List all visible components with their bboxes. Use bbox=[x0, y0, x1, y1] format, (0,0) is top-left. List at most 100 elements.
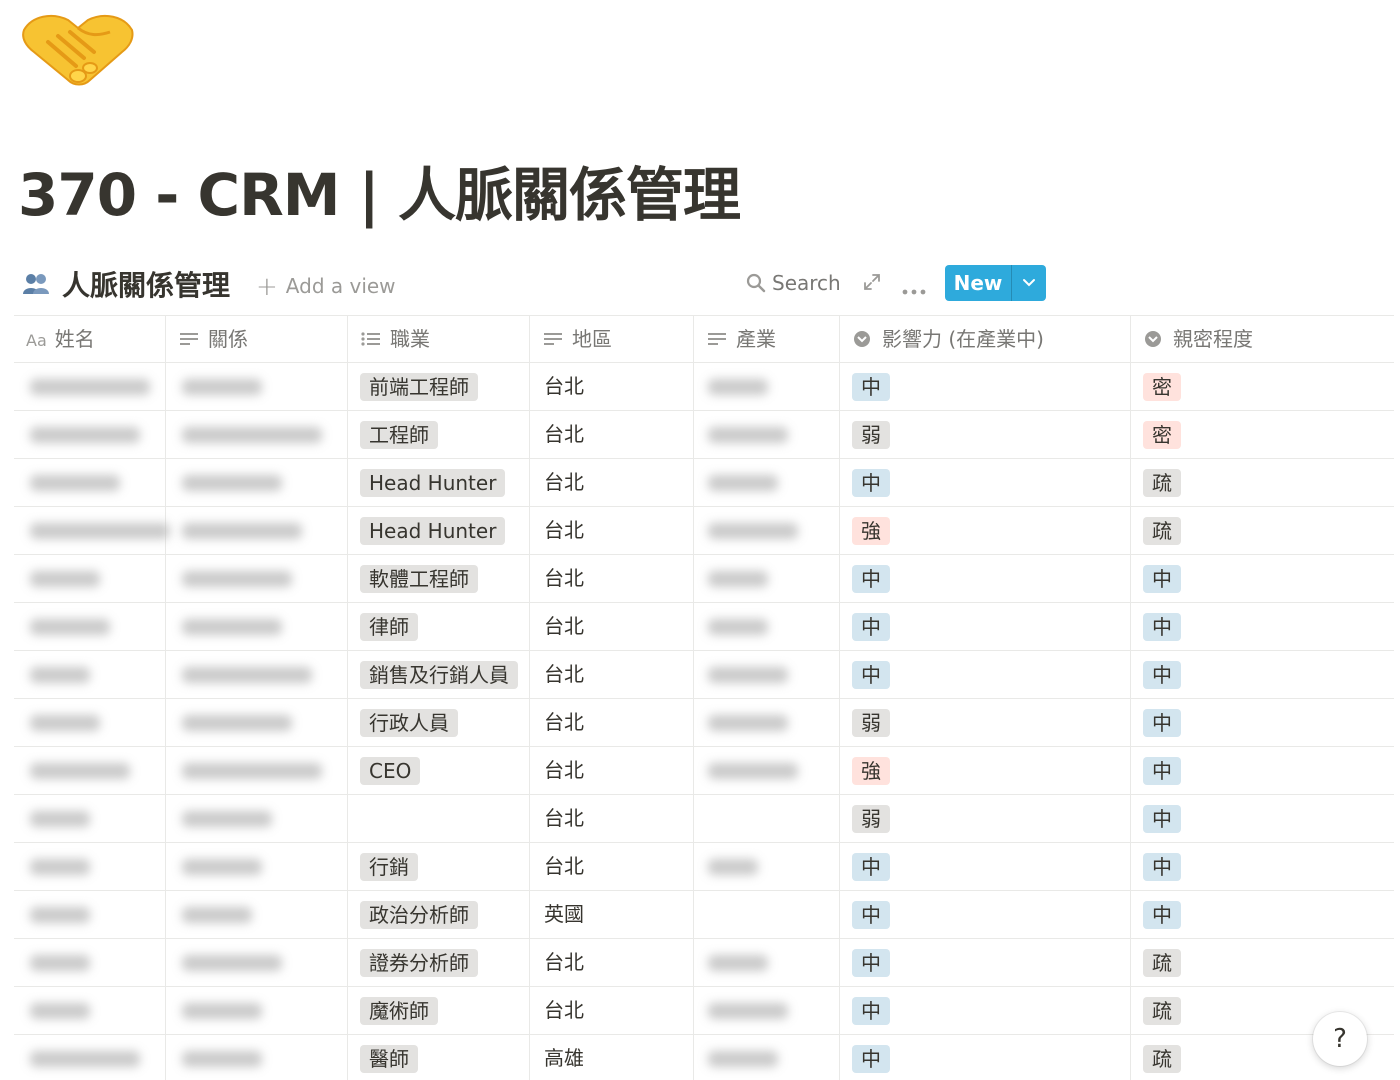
table-row[interactable]: 台北 弱 中 bbox=[14, 795, 1394, 843]
region-cell[interactable]: 台北 bbox=[530, 747, 694, 794]
job-cell[interactable]: 前端工程師 bbox=[348, 363, 530, 410]
closeness-cell[interactable]: 中 bbox=[1131, 651, 1394, 698]
job-cell[interactable]: 行銷 bbox=[348, 843, 530, 890]
name-cell[interactable] bbox=[14, 699, 166, 746]
closeness-cell[interactable]: 中 bbox=[1131, 699, 1394, 746]
industry-cell[interactable] bbox=[694, 747, 840, 794]
closeness-cell[interactable]: 疏 bbox=[1131, 939, 1394, 986]
database-title[interactable]: 人脈關係管理 bbox=[62, 264, 230, 304]
column-header-job[interactable]: 職業 bbox=[348, 316, 530, 363]
job-cell[interactable]: 銷售及行銷人員 bbox=[348, 651, 530, 698]
name-cell[interactable] bbox=[14, 363, 166, 410]
closeness-cell[interactable]: 中 bbox=[1131, 891, 1394, 938]
relation-cell[interactable] bbox=[166, 795, 348, 842]
industry-cell[interactable] bbox=[694, 1035, 840, 1080]
table-row[interactable]: 醫師 高雄 中 疏 bbox=[14, 1035, 1394, 1080]
closeness-cell[interactable]: 中 bbox=[1131, 555, 1394, 602]
name-cell[interactable] bbox=[14, 795, 166, 842]
job-cell[interactable]: 證券分析師 bbox=[348, 939, 530, 986]
industry-cell[interactable] bbox=[694, 459, 840, 506]
name-cell[interactable] bbox=[14, 1035, 166, 1080]
industry-cell[interactable] bbox=[694, 987, 840, 1034]
region-cell[interactable]: 台北 bbox=[530, 795, 694, 842]
add-view-button[interactable]: + Add a view bbox=[256, 270, 396, 302]
influence-cell[interactable]: 中 bbox=[840, 1035, 1131, 1080]
region-cell[interactable]: 台北 bbox=[530, 939, 694, 986]
influence-cell[interactable]: 中 bbox=[840, 987, 1131, 1034]
industry-cell[interactable] bbox=[694, 891, 840, 938]
name-cell[interactable] bbox=[14, 987, 166, 1034]
closeness-cell[interactable]: 密 bbox=[1131, 363, 1394, 410]
region-cell[interactable]: 台北 bbox=[530, 699, 694, 746]
industry-cell[interactable] bbox=[694, 363, 840, 410]
column-header-relation[interactable]: 關係 bbox=[166, 316, 348, 363]
industry-cell[interactable] bbox=[694, 939, 840, 986]
column-header-industry[interactable]: 產業 bbox=[694, 316, 840, 363]
industry-cell[interactable] bbox=[694, 651, 840, 698]
region-cell[interactable]: 台北 bbox=[530, 843, 694, 890]
table-row[interactable]: 政治分析師 英國 中 中 bbox=[14, 891, 1394, 939]
industry-cell[interactable] bbox=[694, 507, 840, 554]
influence-cell[interactable]: 中 bbox=[840, 555, 1131, 602]
name-cell[interactable] bbox=[14, 843, 166, 890]
influence-cell[interactable]: 強 bbox=[840, 747, 1131, 794]
job-cell[interactable]: 醫師 bbox=[348, 1035, 530, 1080]
relation-cell[interactable] bbox=[166, 651, 348, 698]
region-cell[interactable]: 台北 bbox=[530, 459, 694, 506]
industry-cell[interactable] bbox=[694, 603, 840, 650]
relation-cell[interactable] bbox=[166, 747, 348, 794]
name-cell[interactable] bbox=[14, 939, 166, 986]
job-cell[interactable]: Head Hunter bbox=[348, 459, 530, 506]
closeness-cell[interactable]: 疏 bbox=[1131, 507, 1394, 554]
name-cell[interactable] bbox=[14, 651, 166, 698]
table-row[interactable]: 軟體工程師 台北 中 中 bbox=[14, 555, 1394, 603]
influence-cell[interactable]: 中 bbox=[840, 603, 1131, 650]
industry-cell[interactable] bbox=[694, 699, 840, 746]
column-header-region[interactable]: 地區 bbox=[530, 316, 694, 363]
closeness-cell[interactable]: 中 bbox=[1131, 747, 1394, 794]
new-button[interactable]: New bbox=[945, 265, 1046, 301]
expand-icon[interactable] bbox=[862, 272, 882, 296]
relation-cell[interactable] bbox=[166, 603, 348, 650]
relation-cell[interactable] bbox=[166, 411, 348, 458]
relation-cell[interactable] bbox=[166, 507, 348, 554]
relation-cell[interactable] bbox=[166, 891, 348, 938]
column-header-closeness[interactable]: 親密程度 bbox=[1131, 316, 1394, 363]
region-cell[interactable]: 高雄 bbox=[530, 1035, 694, 1080]
table-row[interactable]: 工程師 台北 弱 密 bbox=[14, 411, 1394, 459]
industry-cell[interactable] bbox=[694, 411, 840, 458]
name-cell[interactable] bbox=[14, 603, 166, 650]
relation-cell[interactable] bbox=[166, 987, 348, 1034]
closeness-cell[interactable]: 中 bbox=[1131, 795, 1394, 842]
influence-cell[interactable]: 弱 bbox=[840, 699, 1131, 746]
relation-cell[interactable] bbox=[166, 699, 348, 746]
table-row[interactable]: 行政人員 台北 弱 中 bbox=[14, 699, 1394, 747]
job-cell[interactable]: CEO bbox=[348, 747, 530, 794]
table-row[interactable]: 律師 台北 中 中 bbox=[14, 603, 1394, 651]
name-cell[interactable] bbox=[14, 507, 170, 554]
job-cell[interactable] bbox=[348, 795, 530, 842]
influence-cell[interactable]: 弱 bbox=[840, 795, 1131, 842]
industry-cell[interactable] bbox=[694, 555, 840, 602]
influence-cell[interactable]: 中 bbox=[840, 459, 1131, 506]
table-row[interactable]: Head Hunter 台北 強 疏 bbox=[14, 507, 1394, 555]
influence-cell[interactable]: 中 bbox=[840, 939, 1131, 986]
region-cell[interactable]: 台北 bbox=[530, 555, 694, 602]
job-cell[interactable]: Head Hunter bbox=[348, 507, 530, 554]
industry-cell[interactable] bbox=[694, 795, 840, 842]
closeness-cell[interactable]: 中 bbox=[1131, 603, 1394, 650]
relation-cell[interactable] bbox=[166, 1035, 348, 1080]
relation-cell[interactable] bbox=[166, 363, 348, 410]
influence-cell[interactable]: 弱 bbox=[840, 411, 1131, 458]
handshake-icon[interactable] bbox=[18, 6, 136, 88]
job-cell[interactable]: 工程師 bbox=[348, 411, 530, 458]
closeness-cell[interactable]: 疏 bbox=[1131, 459, 1394, 506]
table-row[interactable]: 行銷 台北 中 中 bbox=[14, 843, 1394, 891]
influence-cell[interactable]: 中 bbox=[840, 843, 1131, 890]
influence-cell[interactable]: 中 bbox=[840, 651, 1131, 698]
column-header-influence[interactable]: 影響力 (在產業中) bbox=[840, 316, 1131, 363]
job-cell[interactable]: 行政人員 bbox=[348, 699, 530, 746]
table-row[interactable]: 魔術師 台北 中 疏 bbox=[14, 987, 1394, 1035]
region-cell[interactable]: 台北 bbox=[530, 411, 694, 458]
influence-cell[interactable]: 強 bbox=[840, 507, 1131, 554]
